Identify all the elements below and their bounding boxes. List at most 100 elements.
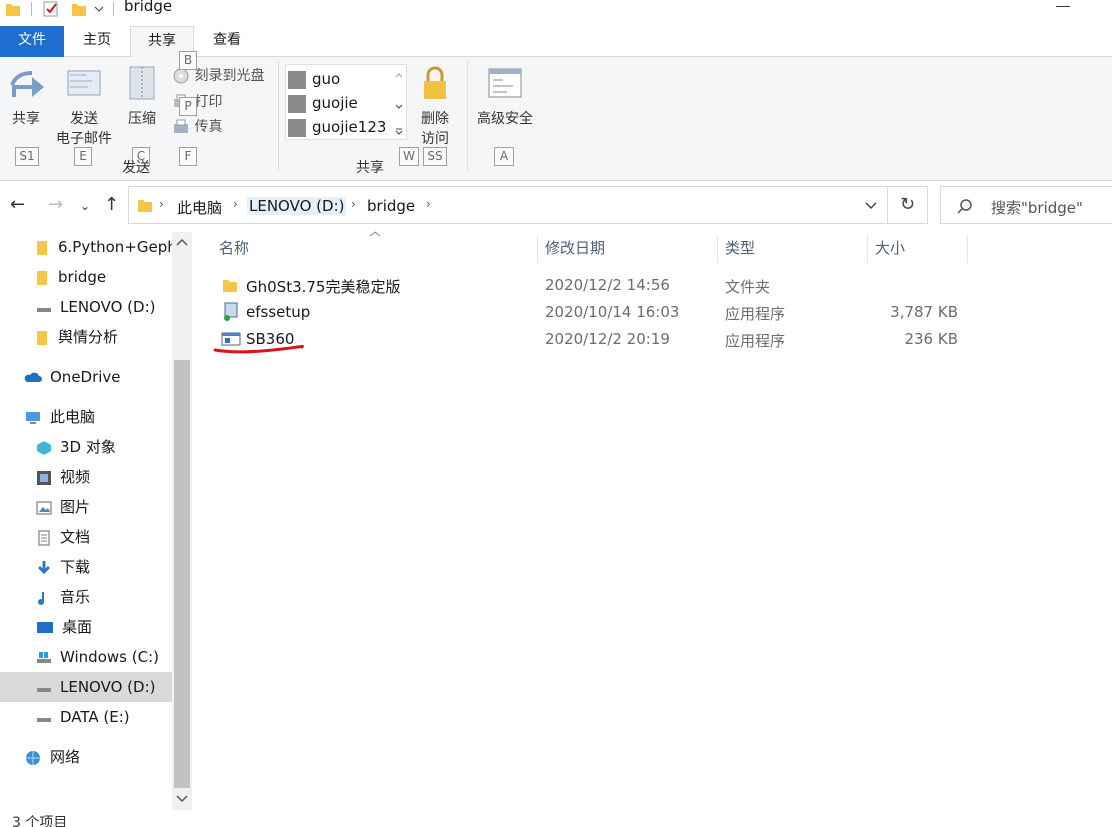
folder-icon xyxy=(37,240,47,255)
chevron-down-icon[interactable] xyxy=(92,0,106,18)
file-row[interactable]: efssetup 2020/10/14 16:03 应用程序 3,787 KB xyxy=(212,299,972,326)
back-icon[interactable]: ← xyxy=(10,194,25,215)
keytip-print: P xyxy=(179,97,197,116)
chevron-down-icon[interactable] xyxy=(865,201,877,211)
recent-locations-icon[interactable]: ⌄ xyxy=(80,199,90,213)
column-separator[interactable] xyxy=(537,235,538,263)
properties-icon[interactable] xyxy=(42,0,60,18)
chevron-right-icon[interactable]: › xyxy=(233,197,238,211)
scrollbar-thumb[interactable] xyxy=(174,360,190,788)
user-item[interactable]: guojie xyxy=(288,91,358,115)
sidebar-item-documents[interactable]: 文档 xyxy=(36,522,90,552)
search-input[interactable]: 搜索"bridge" xyxy=(991,197,1083,218)
file-name: efssetup xyxy=(246,303,311,321)
column-header-size[interactable]: 大小 xyxy=(875,233,905,263)
tab-view[interactable]: 查看 xyxy=(196,26,258,57)
search-box[interactable]: 搜索"bridge" xyxy=(940,186,1112,224)
remove-access-button[interactable]: 删除 访问 xyxy=(414,63,456,149)
sidebar-item-lenovo-d[interactable]: LENOVO (D:) xyxy=(0,672,172,702)
column-header-name[interactable]: 名称 xyxy=(219,233,249,263)
drive-icon xyxy=(37,717,51,722)
keytip-a: A xyxy=(494,147,514,166)
column-header-type[interactable]: 类型 xyxy=(725,233,755,263)
chevron-right-icon[interactable]: › xyxy=(159,197,164,211)
sidebar-item-desktop[interactable]: 桌面 xyxy=(36,612,92,642)
picture-icon xyxy=(36,501,52,514)
sidebar-item-data-e[interactable]: DATA (E:) xyxy=(36,702,130,732)
sidebar-item-bridge[interactable]: bridge xyxy=(36,262,106,292)
new-folder-icon[interactable] xyxy=(70,0,88,18)
sidebar-scrollbar[interactable] xyxy=(172,232,192,810)
file-row[interactable]: SB360 2020/12/2 20:19 应用程序 236 KB xyxy=(212,326,972,353)
email-button[interactable]: 发送 电子邮件 xyxy=(52,63,116,149)
breadcrumb-this-pc[interactable]: 此电脑 xyxy=(177,197,222,218)
minimize-icon[interactable] xyxy=(1056,6,1070,7)
file-type: 应用程序 xyxy=(725,332,786,350)
file-date: 2020/10/14 16:03 xyxy=(545,303,680,321)
sidebar-item-onedrive[interactable]: OneDrive xyxy=(24,362,121,392)
address-bar[interactable]: › 此电脑 › LENOVO (D:) › bridge › xyxy=(128,186,888,224)
column-separator[interactable] xyxy=(867,235,868,263)
film-icon xyxy=(37,470,51,485)
file-row[interactable]: Gh0St3.75完美稳定版 2020/12/2 14:56 文件夹 xyxy=(212,272,972,299)
navigation-pane: 6.Python+Geph bridge LENOVO (D:) 舆情分析 On… xyxy=(0,232,172,810)
divider xyxy=(31,2,32,16)
chevron-right-icon[interactable]: › xyxy=(351,197,356,211)
status-bar-item-count: 3 个项目 xyxy=(12,815,68,827)
advanced-security-button[interactable]: 高级安全 xyxy=(472,63,538,129)
column-separator[interactable] xyxy=(717,235,718,263)
column-separator[interactable] xyxy=(967,235,968,263)
sidebar-item-sentiment-analysis[interactable]: 舆情分析 xyxy=(36,322,118,352)
scroll-up-icon[interactable] xyxy=(176,238,188,248)
share-icon xyxy=(10,71,44,97)
file-size: 3,787 KB xyxy=(890,303,958,321)
drive-icon xyxy=(37,307,51,312)
zip-button[interactable]: 压缩 xyxy=(122,63,162,129)
sidebar-item-windows-c[interactable]: Windows (C:) xyxy=(36,642,159,672)
download-icon xyxy=(37,560,51,574)
annotation-underline xyxy=(213,344,304,354)
computer-icon xyxy=(26,411,40,424)
user-icon xyxy=(288,118,306,137)
folder-icon xyxy=(138,200,152,212)
window-title: bridge xyxy=(124,0,173,15)
sidebar-item-lenovo-d-quick[interactable]: LENOVO (D:) xyxy=(36,292,155,322)
tab-home[interactable]: 主页 xyxy=(66,26,128,57)
user-icon xyxy=(288,94,306,113)
sidebar-item-3d-objects[interactable]: 3D 对象 xyxy=(36,432,116,462)
up-icon[interactable]: ↑ xyxy=(104,194,119,215)
sidebar-item-music[interactable]: 音乐 xyxy=(36,582,90,612)
fax-item[interactable]: 传真 xyxy=(172,116,222,136)
breadcrumb-bridge[interactable]: bridge xyxy=(367,197,415,215)
sidebar-item-python-geph[interactable]: 6.Python+Geph xyxy=(36,232,172,262)
cloud-icon xyxy=(24,372,42,382)
network-icon xyxy=(26,750,40,765)
ribbon: 共享 S1 发送 电子邮件 E 压缩 C 刻录到光盘 B 打印 P 传真 F 发… xyxy=(0,51,1112,181)
share-with-list[interactable]: guo guojie guojie123 xyxy=(285,64,407,140)
sidebar-item-pictures[interactable]: 图片 xyxy=(36,492,90,522)
chevron-right-icon[interactable]: › xyxy=(426,197,431,211)
divider xyxy=(113,2,114,16)
zip-icon xyxy=(129,66,155,100)
file-type: 文件夹 xyxy=(725,278,771,296)
user-icon xyxy=(288,70,306,89)
ribbon-separator xyxy=(467,61,468,171)
breadcrumb-lenovo-d[interactable]: LENOVO (D:) xyxy=(247,197,347,215)
share-button[interactable]: 共享 xyxy=(4,63,48,129)
sidebar-item-this-pc[interactable]: 此电脑 xyxy=(24,402,95,432)
tab-file[interactable]: 文件 xyxy=(0,26,64,57)
user-item[interactable]: guojie123 xyxy=(288,115,386,139)
scroll-down-icon[interactable] xyxy=(176,794,188,804)
sidebar-item-videos[interactable]: 视频 xyxy=(36,462,90,492)
column-header-date[interactable]: 修改日期 xyxy=(545,233,605,263)
forward-icon[interactable]: → xyxy=(48,194,63,215)
ribbon-tabs: 文件 主页 共享 查看 xyxy=(0,26,1112,58)
ribbon-separator xyxy=(278,61,279,171)
keytip-share: S1 xyxy=(15,147,39,166)
user-item[interactable]: guo xyxy=(288,67,340,91)
search-icon xyxy=(957,199,972,214)
refresh-button[interactable]: ↻ xyxy=(888,186,928,224)
sidebar-item-network[interactable]: 网络 xyxy=(24,742,80,772)
sidebar-item-downloads[interactable]: 下载 xyxy=(36,552,90,582)
list-scroll-icon[interactable] xyxy=(394,71,404,135)
